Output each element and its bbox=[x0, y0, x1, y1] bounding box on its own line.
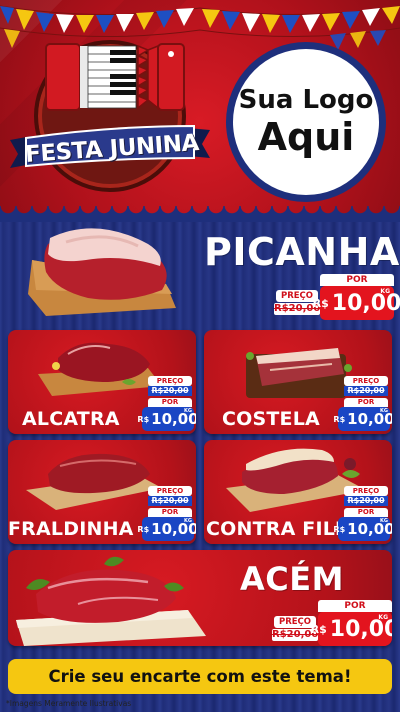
logo-text-line2: Aqui bbox=[257, 115, 355, 159]
meat-icon bbox=[16, 556, 206, 646]
product-card-alcatra[interactable]: ALCATRA PREÇO R$20,00 POR R$ 10,00 KG bbox=[8, 330, 196, 434]
product-card-costela[interactable]: COSTELA PREÇO R$20,00 POR R$ 10,00 KG bbox=[204, 330, 392, 434]
meat-icon bbox=[26, 453, 162, 510]
product-name-costela: COSTELA bbox=[222, 408, 320, 430]
header-banner: FESTA JUNINA Sua Logo Aqui bbox=[0, 0, 400, 222]
logo-placeholder[interactable]: Sua Logo Aqui bbox=[226, 42, 386, 202]
price-tag-contra-file: PREÇO R$20,00 POR R$ 10,00 KG bbox=[333, 486, 392, 544]
logo-text-line1: Sua Logo bbox=[238, 85, 374, 115]
price-tag-costela: PREÇO R$20,00 POR R$ 10,00 KG bbox=[333, 376, 392, 434]
product-name-acem: ACÉM bbox=[240, 560, 344, 598]
meat-icon bbox=[28, 228, 176, 316]
price-tag-fraldinha: PREÇO R$20,00 POR R$ 10,00 KG bbox=[137, 486, 196, 544]
product-name-contra-file: CONTRA FILÉ bbox=[206, 518, 349, 540]
product-card-fraldinha[interactable]: FRALDINHA PREÇO R$20,00 POR R$ 10,00 KG bbox=[8, 440, 196, 544]
cta-banner[interactable]: Crie seu encarte com este tema! bbox=[8, 659, 392, 694]
product-card-contra-file[interactable]: CONTRA FILÉ PREÇO R$20,00 POR R$ 10,00 K… bbox=[204, 440, 392, 544]
price-tag-acem: POR PREÇO R$20,00 R$ 10,00 KG bbox=[272, 600, 392, 646]
product-card-acem[interactable]: ACÉM POR PREÇO R$20,00 R$ 10,00 KG bbox=[8, 550, 392, 646]
price-tag-alcatra: PREÇO R$20,00 POR R$ 10,00 KG bbox=[137, 376, 196, 434]
product-name-picanha: PICANHA bbox=[204, 230, 400, 274]
accordion-icon bbox=[45, 43, 185, 111]
logo-inner: Sua Logo Aqui bbox=[233, 49, 379, 195]
footnote: *Imagens Meramente Ilustrativas bbox=[6, 699, 132, 708]
product-name-alcatra: ALCATRA bbox=[22, 408, 120, 430]
price-tag-picanha: POR PREÇO R$20,00 R$ 10,00 KG bbox=[274, 274, 400, 320]
product-name-fraldinha: FRALDINHA bbox=[8, 518, 134, 540]
product-card-picanha[interactable]: PICANHA POR PREÇO R$20,00 R$ 10,00 KG bbox=[8, 224, 400, 324]
